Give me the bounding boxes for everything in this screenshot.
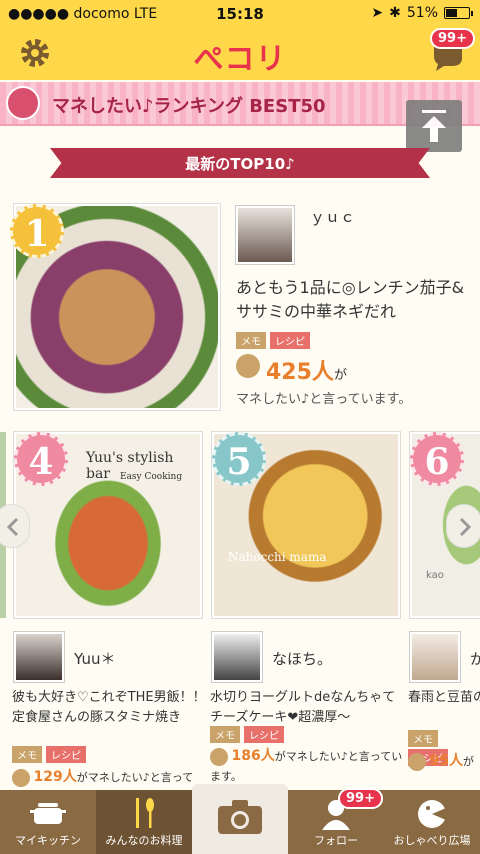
featured-tags: メモ レシピ <box>236 330 314 349</box>
camera-icon <box>218 800 262 834</box>
battery-percent: 51% <box>406 5 438 21</box>
memo-tag: メモ <box>12 746 42 763</box>
featured-caption: マネしたい♪と言っています。 <box>236 392 412 407</box>
photo-watermark: Nahocchi mama <box>228 550 327 564</box>
status-bar: ●●●●● docomo LTE 15:18 ➤ ✱ 51% <box>0 0 480 28</box>
nav-bar: ぺコリ 99+ <box>0 28 480 80</box>
recipe-tag: レシピ <box>46 746 86 763</box>
featured-count: 425人 <box>266 360 334 385</box>
card-username[interactable]: なほち。 <box>272 648 332 669</box>
card-username[interactable]: か <box>470 648 480 669</box>
carousel-next-button[interactable] <box>446 504 480 548</box>
tab-everyones-cooking[interactable]: みんなのお料理 <box>96 790 192 854</box>
clip-icon <box>408 753 426 771</box>
tab-my-kitchen[interactable]: マイキッチン <box>0 790 96 854</box>
featured-username[interactable]: ｙｕｃ <box>310 206 355 227</box>
card-title[interactable]: 彼も大好き♡これぞTHE男飯！！定食屋さんの豚スタミナ焼き <box>12 688 206 728</box>
card-count-line: 186人がマネしたい♪と言っています。 <box>210 748 403 783</box>
notification-badge: 99+ <box>430 28 475 49</box>
carousel-prev-button[interactable] <box>0 504 30 548</box>
memo-tag: メモ <box>408 730 438 747</box>
card-title[interactable]: 春雨と豆苗のぱり止まらな <box>408 688 480 708</box>
recipe-tag: レシピ <box>270 332 310 349</box>
card-count: 129人 <box>33 769 77 785</box>
bluetooth-icon: ✱ <box>389 5 401 21</box>
card-count: 95人 <box>429 753 463 769</box>
clip-icon <box>12 769 30 787</box>
card-count: 186人 <box>231 748 275 764</box>
rank-badge-5: 5 <box>212 432 266 486</box>
rank-badge-4: 4 <box>14 432 68 486</box>
battery-icon <box>444 7 473 19</box>
top10-ribbon: 最新のTOP10♪ <box>50 148 430 178</box>
photo-watermark: kao <box>426 570 444 581</box>
memo-tag: メモ <box>236 332 266 349</box>
clip-icon <box>210 748 228 766</box>
card-title[interactable]: 水切りヨーグルトdeなんちゃてチーズケーキ❤超濃厚〜 <box>210 688 404 728</box>
avatar[interactable] <box>14 632 64 682</box>
card-count-line: 95人が <box>408 750 480 771</box>
memo-tag: メモ <box>210 726 240 743</box>
ribbon-title: 最新のTOP10♪ <box>185 155 295 173</box>
clip-icon <box>236 354 260 378</box>
recipe-tag: レシピ <box>244 726 284 743</box>
card-count-line: 129人がマネしたい♪と言って <box>12 766 208 787</box>
app-logo: ぺコリ <box>193 42 287 77</box>
scroll-top-button[interactable] <box>406 100 462 152</box>
tab-chat-square[interactable]: おしゃべり広場 <box>384 790 480 854</box>
rank-badge-1: 1 <box>10 204 64 258</box>
fork-spoon-icon <box>136 798 154 828</box>
card-tags: メモレシピ <box>210 724 288 743</box>
avatar[interactable] <box>236 206 294 264</box>
banner-title: マネしたい♪ランキング BEST50 <box>52 96 326 117</box>
location-icon: ➤ <box>371 5 384 21</box>
tab-camera[interactable] <box>192 784 288 854</box>
rank-badge-6: 6 <box>410 432 464 486</box>
featured-title[interactable]: あともう1品に◎レンチン茄子&ササミの中華ネギだれ <box>236 276 472 324</box>
card-username[interactable]: Yuu＊ <box>74 648 115 669</box>
status-right: ➤ ✱ 51% <box>371 5 473 21</box>
tab-bar: マイキッチン みんなのお料理 フォロー 99+ おしゃべり広場 <box>0 784 480 854</box>
featured-count-line: 425人が <box>266 360 347 385</box>
avatar[interactable] <box>212 632 262 682</box>
photo-watermark-sub: Easy Cooking <box>120 472 183 482</box>
avatar[interactable] <box>410 632 460 682</box>
card-tags: メモレシピ <box>12 744 90 763</box>
pot-icon <box>30 803 66 824</box>
chat-face-icon <box>418 800 446 828</box>
clip-icon <box>6 86 40 120</box>
follow-badge: 99+ <box>338 788 383 809</box>
